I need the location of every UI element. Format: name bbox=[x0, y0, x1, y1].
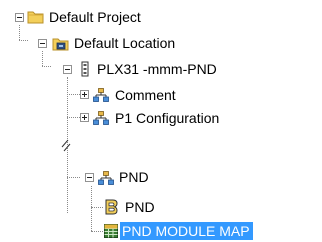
collapse-toggle[interactable] bbox=[15, 13, 24, 22]
network-tree-icon bbox=[93, 111, 109, 125]
location-folder-icon bbox=[52, 38, 69, 51]
tree-connector bbox=[91, 186, 92, 231]
tree-item-pnd-group[interactable]: PND bbox=[119, 168, 149, 186]
expand-toggle[interactable] bbox=[80, 113, 89, 122]
device-icon bbox=[81, 61, 89, 77]
tree-item-default-location[interactable]: Default Location bbox=[74, 34, 175, 52]
tree-item-pnd-module-map[interactable]: PND MODULE MAP bbox=[120, 222, 253, 240]
network-tree-icon bbox=[93, 88, 109, 102]
tree-connector bbox=[19, 40, 28, 41]
expand-toggle[interactable] bbox=[80, 90, 89, 99]
tree-item-pnd-module[interactable]: PND bbox=[125, 198, 155, 216]
tree-item-p1-configuration[interactable]: P1 Configuration bbox=[115, 109, 219, 127]
module-b-icon bbox=[105, 199, 118, 215]
collapse-toggle[interactable] bbox=[63, 65, 72, 74]
grid-table-icon bbox=[104, 224, 118, 238]
collapse-toggle[interactable] bbox=[85, 173, 94, 182]
tree-connector bbox=[67, 177, 80, 178]
tree-break-mark bbox=[61, 139, 71, 152]
tree-connector bbox=[91, 231, 103, 232]
tree-item-plx31-device[interactable]: PLX31 -mmm-PND bbox=[97, 60, 217, 78]
folder-icon bbox=[27, 11, 44, 24]
tree-item-default-project[interactable]: Default Project bbox=[49, 8, 141, 26]
network-tree-icon bbox=[98, 171, 114, 185]
tree-item-comment[interactable]: Comment bbox=[115, 86, 176, 104]
tree-connector bbox=[42, 51, 43, 66]
tree-connector bbox=[67, 94, 80, 95]
tree-connector bbox=[19, 25, 20, 40]
collapse-toggle[interactable] bbox=[38, 39, 47, 48]
tree-connector bbox=[42, 66, 51, 67]
tree-connector bbox=[91, 207, 103, 208]
tree-connector bbox=[67, 117, 80, 118]
project-tree: Default Project Default Location PLX31 -… bbox=[0, 0, 322, 242]
